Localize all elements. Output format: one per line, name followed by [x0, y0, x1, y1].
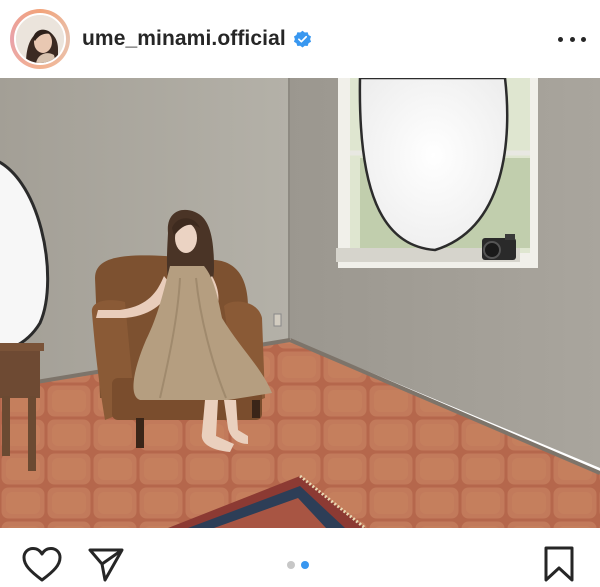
avatar[interactable]	[14, 13, 66, 65]
post-header: ume_minami.official	[0, 0, 600, 78]
paper-plane-icon[interactable]	[88, 548, 124, 582]
post-photo[interactable]	[0, 78, 600, 528]
carousel-dot	[287, 561, 295, 569]
verified-badge-icon	[293, 30, 311, 47]
bookmark-icon[interactable]	[544, 546, 574, 582]
more-dot	[569, 36, 575, 42]
carousel-indicator	[287, 561, 309, 569]
story-ring[interactable]	[10, 9, 70, 69]
heart-icon[interactable]	[22, 547, 62, 583]
action-bar	[0, 528, 600, 587]
carousel-dot-active	[301, 561, 309, 569]
more-options-icon[interactable]	[558, 29, 586, 49]
more-dot	[558, 36, 563, 42]
photo-scene	[0, 78, 600, 528]
more-dot	[581, 36, 586, 42]
username[interactable]: ume_minami.official	[82, 27, 286, 51]
